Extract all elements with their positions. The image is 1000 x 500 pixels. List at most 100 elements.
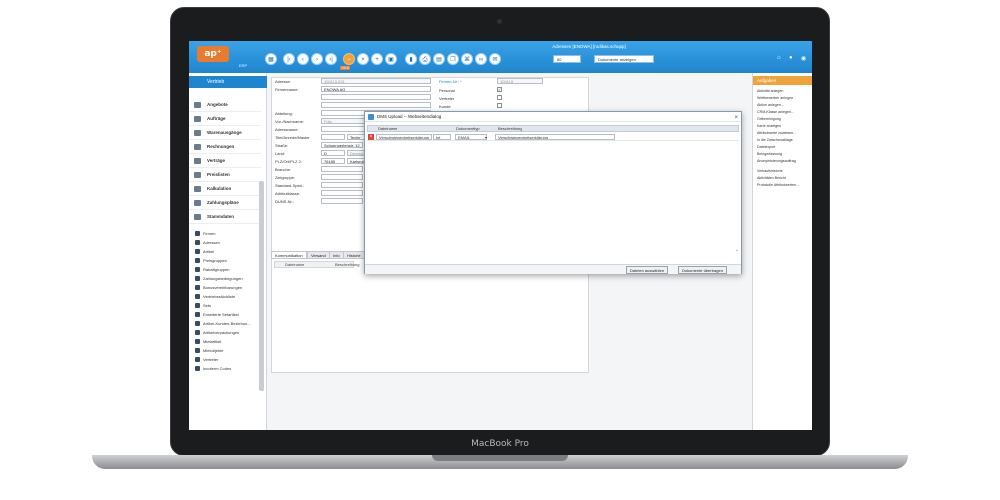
attach-icon[interactable]: ⌘ bbox=[461, 53, 473, 65]
task-item[interactable]: Karte anzeigen bbox=[757, 124, 781, 128]
close-icon[interactable]: × bbox=[357, 53, 369, 65]
task-item[interactable]: Verkaufshistorie bbox=[757, 169, 783, 173]
duns-field[interactable] bbox=[321, 198, 363, 204]
extension-field[interactable]: txt bbox=[433, 134, 451, 140]
sidebar-item-stammdaten[interactable]: Stammdaten bbox=[189, 210, 261, 224]
view-select[interactable]: Dokumente anzeigen bbox=[594, 55, 654, 63]
sidebar-header[interactable]: Vertrieb bbox=[189, 76, 267, 88]
sub-item-firmen[interactable]: Firmen bbox=[195, 229, 215, 238]
copy-icon[interactable]: ❐ bbox=[447, 53, 459, 65]
pin-icon[interactable]: ◉ bbox=[801, 55, 806, 62]
scroll-down-icon[interactable]: ⌄ bbox=[735, 247, 739, 253]
adresse-field[interactable]: 100115.531 bbox=[321, 78, 431, 84]
strasse-field[interactable]: Schoenperlenstr. 12 bbox=[321, 142, 363, 148]
sub-item-zahlungsbedingungen[interactable]: Zahlungsbedingungen bbox=[195, 274, 243, 283]
checkbox-icon bbox=[195, 258, 200, 263]
task-item[interactable]: CRM-Klasse anlegen... bbox=[757, 110, 794, 114]
last-icon[interactable]: ›| bbox=[325, 53, 337, 65]
tab-kommunikation[interactable]: Kommunikation bbox=[271, 251, 307, 259]
sub-item-adressen[interactable]: Adressen bbox=[195, 238, 220, 247]
trash-icon[interactable]: ▮ bbox=[405, 53, 417, 65]
first-icon[interactable]: |‹ bbox=[283, 53, 295, 65]
task-item[interactable]: Aktivität anlegen bbox=[757, 89, 783, 93]
tab-info[interactable]: Info bbox=[329, 251, 344, 259]
delete-icon[interactable]: − bbox=[343, 53, 355, 65]
task-item[interactable]: Ortbereinigung bbox=[757, 117, 781, 121]
titel-field[interactable] bbox=[321, 134, 345, 140]
table-row[interactable]: × Verschwiegenheitserklärung txt EMAIL ▾… bbox=[367, 133, 739, 141]
label-firmenname: Firmenname: bbox=[275, 87, 299, 92]
sidebar-scrollbar[interactable] bbox=[259, 181, 264, 391]
description-field[interactable]: Verschwiegenheitserklärung bbox=[495, 134, 615, 140]
sidebar-item-preislisten[interactable]: Preislisten bbox=[189, 168, 261, 182]
firmenname-2-field[interactable] bbox=[321, 94, 431, 100]
attributklasse-field[interactable] bbox=[321, 190, 363, 196]
save-icon[interactable]: ▣ bbox=[385, 53, 397, 65]
task-item[interactable]: Aktion anlegen... bbox=[757, 103, 784, 107]
task-item[interactable]: Anonymisierungsauftrag bbox=[757, 159, 796, 163]
folder-icon bbox=[194, 172, 201, 178]
firmennr-field[interactable]: 100115 bbox=[497, 78, 543, 84]
sub-item-artikel[interactable]: Artikel bbox=[195, 247, 214, 256]
sidebar-item-auftraege[interactable]: Aufträge bbox=[189, 112, 261, 126]
sub-item-artikel-kunden[interactable]: Artikel-Kunden-Beziehun... bbox=[195, 319, 251, 328]
add-icon[interactable]: + bbox=[371, 53, 383, 65]
firmenname-field[interactable]: ENOWA AG bbox=[321, 86, 431, 92]
dialog-title: DMS Upload -- Webseitendialog bbox=[377, 114, 442, 119]
sidebar-item-angebote[interactable]: Angebote bbox=[189, 98, 261, 112]
personal-checkbox[interactable]: ✓ bbox=[497, 87, 502, 92]
filename-field[interactable]: Verschwiegenheitserklärung bbox=[376, 134, 432, 140]
checkbox-icon bbox=[195, 294, 200, 299]
zielgruppe-field[interactable] bbox=[321, 174, 363, 180]
tab-versand[interactable]: Versand bbox=[307, 251, 330, 259]
close-icon[interactable]: × bbox=[734, 113, 738, 123]
sub-item-artikelverpackungen[interactable]: Artikelverpackungen bbox=[195, 328, 239, 337]
zoom-select[interactable]: 60 bbox=[553, 55, 581, 63]
task-item[interactable]: Belegerfassung bbox=[757, 152, 782, 156]
user-icon[interactable]: ● bbox=[789, 55, 793, 61]
sub-item-incoterm-codes[interactable]: Incoterm Codes bbox=[195, 364, 231, 373]
task-item[interactable]: Attributwerte zuweisen... bbox=[757, 131, 796, 135]
sub-item-rabattgruppen[interactable]: Rabattgruppen bbox=[195, 265, 229, 274]
sidebar-item-zahlungsplaene[interactable]: Zahlungspläne bbox=[189, 196, 261, 210]
sub-item-mietobjekte[interactable]: Mietobjekte bbox=[195, 346, 223, 355]
prev-icon[interactable]: ‹ bbox=[297, 53, 309, 65]
sub-item-sets[interactable]: Sets bbox=[195, 301, 211, 310]
sub-item-label: Preisgruppen bbox=[203, 258, 227, 263]
sub-item-preisgruppen[interactable]: Preisgruppen bbox=[195, 256, 227, 265]
task-item[interactable]: Aktivitäten Bericht bbox=[757, 176, 786, 180]
link-icon[interactable]: ∞ bbox=[475, 53, 487, 65]
vertreter-checkbox[interactable] bbox=[497, 95, 502, 100]
grid-icon[interactable]: ▦ bbox=[265, 53, 277, 65]
standardsped-field[interactable] bbox=[321, 182, 363, 188]
home-icon[interactable]: ⌂ bbox=[777, 55, 781, 61]
print-icon[interactable]: ⎙ bbox=[419, 53, 431, 65]
select-files-button[interactable]: Dateien auswählen bbox=[626, 266, 669, 274]
sidebar-item-rechnungen[interactable]: Rechnungen bbox=[189, 140, 261, 154]
tab-historie[interactable]: Historie bbox=[343, 251, 365, 259]
mail-icon[interactable]: ✉ bbox=[489, 53, 501, 65]
chevron-down-icon[interactable]: ▾ bbox=[485, 134, 487, 141]
sub-item-vertriebsstueckliste[interactable]: Vertriebsstückliste bbox=[195, 292, 235, 301]
firmenname-3-field[interactable] bbox=[321, 102, 431, 108]
plz-field[interactable]: 76185 bbox=[321, 158, 345, 164]
transfer-documents-button[interactable]: Dokumente übertragen bbox=[678, 266, 727, 274]
sub-item-bonusvereinbarungen[interactable]: Bonusvereinbarungen bbox=[195, 283, 242, 292]
remove-row-icon[interactable]: × bbox=[368, 134, 374, 140]
sidebar-item-warenausgaenge[interactable]: Warenausgänge bbox=[189, 126, 261, 140]
branche-field[interactable] bbox=[321, 166, 363, 172]
sidebar-item-kalkulation[interactable]: Kalkulation bbox=[189, 182, 261, 196]
sub-item-vertreter[interactable]: Vertreter bbox=[195, 355, 218, 364]
task-item[interactable]: In die Zwischenablage bbox=[757, 138, 793, 142]
doctype-select[interactable]: EMAIL bbox=[455, 134, 487, 140]
task-item[interactable]: Dateiexport bbox=[757, 145, 775, 149]
kunde-checkbox[interactable] bbox=[497, 103, 502, 108]
task-item[interactable]: Protokolle Attributwerten... bbox=[757, 183, 799, 187]
next-icon[interactable]: › bbox=[311, 53, 323, 65]
sub-item-erweiterte-setartikel[interactable]: Erweiterte Setartikel bbox=[195, 310, 239, 319]
sub-item-mietartikel[interactable]: Mietartikel bbox=[195, 337, 221, 346]
sidebar-item-vertraege[interactable]: Verträge bbox=[189, 154, 261, 168]
land-field[interactable]: D bbox=[321, 150, 345, 156]
doc-icon[interactable]: ▤ bbox=[433, 53, 445, 65]
task-item[interactable]: Wettbewerber anlegen bbox=[757, 96, 793, 100]
